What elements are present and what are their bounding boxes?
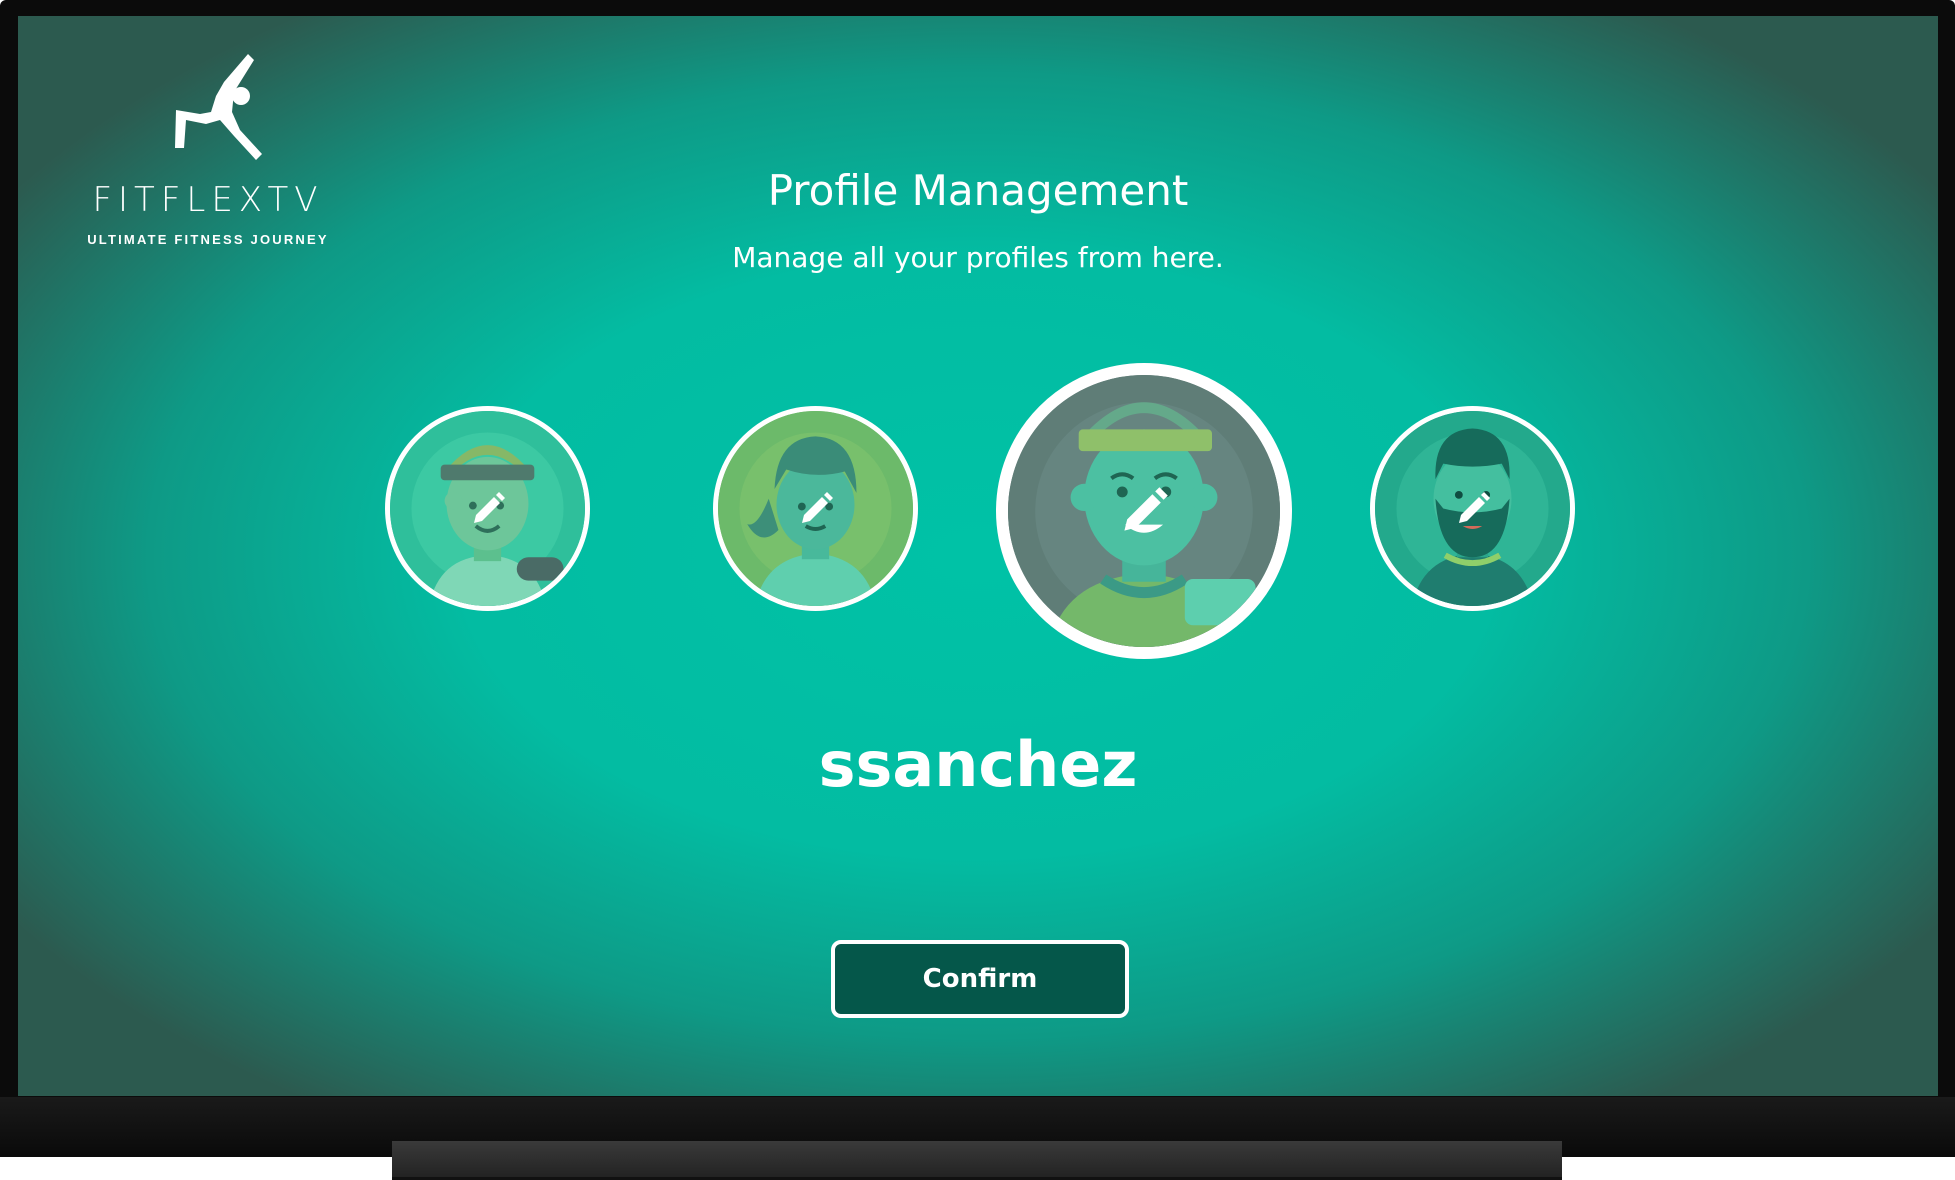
selected-username: ssanchez (818, 728, 1138, 801)
profile-avatar-2[interactable] (713, 406, 918, 611)
pencil-icon[interactable] (796, 489, 836, 529)
profile-avatar-4[interactable] (1370, 406, 1575, 611)
confirm-button[interactable]: Confirm (831, 940, 1129, 1018)
pencil-icon[interactable] (468, 489, 508, 529)
page-subtitle: Manage all your profiles from here. (732, 241, 1224, 274)
yoga-pose-figure-icon (175, 54, 262, 160)
tv-stand (392, 1141, 1562, 1180)
pencil-icon[interactable] (1116, 483, 1172, 539)
profile-avatar-1[interactable] (385, 406, 590, 611)
tv-screen: FITFLEXTV ULTIMATE FITNESS JOURNEY Profi… (18, 16, 1938, 1096)
profile-avatar-3-selected[interactable] (996, 363, 1292, 659)
brand-logo: FITFLEXTV ULTIMATE FITNESS JOURNEY (58, 52, 358, 262)
pencil-icon[interactable] (1453, 489, 1493, 529)
page-title: Profile Management (767, 166, 1189, 215)
